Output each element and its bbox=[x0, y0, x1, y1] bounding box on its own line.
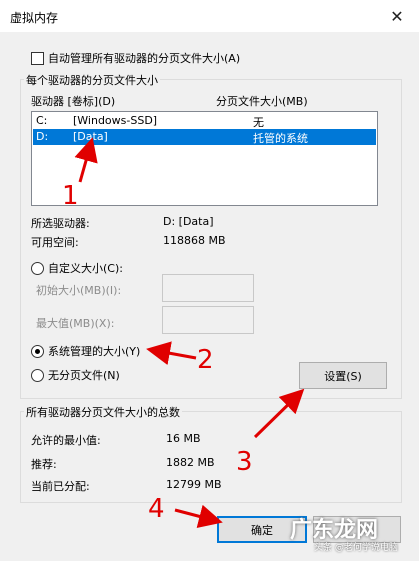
annotation-1: 1 bbox=[62, 181, 79, 211]
annotation-arrows bbox=[74, 137, 305, 529]
arrow-2 bbox=[146, 341, 197, 366]
arrow-1 bbox=[74, 137, 98, 183]
annotation-2: 2 bbox=[197, 345, 214, 375]
watermark-caption: 头条 @老何学说电脑 bbox=[314, 543, 398, 553]
annotation-4: 4 bbox=[148, 494, 165, 524]
arrow-4 bbox=[174, 504, 223, 529]
arrow-3 bbox=[253, 388, 305, 439]
annotation-3: 3 bbox=[236, 447, 253, 477]
